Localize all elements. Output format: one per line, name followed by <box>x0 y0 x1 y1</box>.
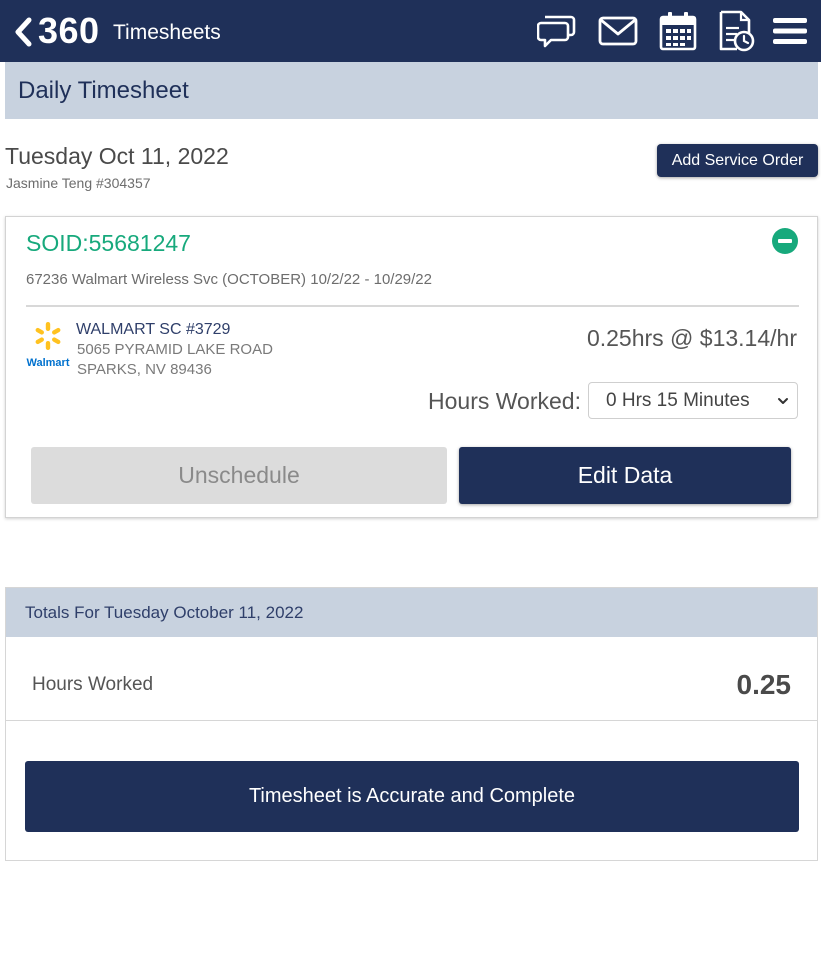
edit-data-button[interactable]: Edit Data <box>459 447 791 504</box>
add-service-order-button[interactable]: Add Service Order <box>657 144 818 177</box>
hours-worked-value: 0 Hrs 15 Minutes <box>606 390 750 411</box>
total-hours-value: 0.25 <box>736 669 792 700</box>
unschedule-button[interactable]: Unschedule <box>31 447 447 504</box>
hours-rate: 0.25hrs @ $13.14/hr <box>586 325 797 351</box>
service-order-description: 67236 Walmart Wireless Svc (OCTOBER) 10/… <box>26 271 432 288</box>
timesheet-date: Tuesday Oct 11, 2022 <box>5 143 229 169</box>
back-chevron-icon <box>15 17 32 47</box>
chevron-down-icon <box>778 398 788 404</box>
mail-icon <box>598 16 638 46</box>
totals-header: Totals For Tuesday October 11, 2022 <box>6 588 817 637</box>
totals-panel: Totals For Tuesday October 11, 2022 Hour… <box>5 587 818 861</box>
timesheet-complete-button[interactable]: Timesheet is Accurate and Complete <box>25 761 799 832</box>
back-button[interactable] <box>12 12 34 52</box>
totals-title: Totals For Tuesday October 11, 2022 <box>25 603 304 622</box>
service-order-id: SOID:55681247 <box>26 230 191 256</box>
app-logo: 360 <box>38 10 100 51</box>
divider <box>6 720 817 721</box>
app-title: Timesheets <box>113 21 221 44</box>
store-address-line1: 5065 PYRAMID LAKE ROAD <box>77 341 273 358</box>
total-hours-label: Hours Worked <box>32 674 154 695</box>
store-name: WALMART SC #3729 <box>76 321 231 338</box>
page-header: Daily Timesheet <box>5 62 818 119</box>
calendar-button[interactable] <box>657 10 699 52</box>
page-title: Daily Timesheet <box>18 77 189 104</box>
walmart-spark-icon: Walmart <box>27 322 70 369</box>
divider <box>26 305 799 307</box>
walmart-logo: Walmart <box>26 321 72 369</box>
calendar-icon <box>659 12 697 51</box>
top-nav-bar: 360 Timesheets <box>0 0 821 62</box>
chat-icon <box>537 15 576 48</box>
hours-worked-label: Hours Worked: <box>428 388 581 414</box>
menu-button[interactable] <box>771 10 809 52</box>
mail-button[interactable] <box>597 10 639 52</box>
collapse-minus-icon[interactable] <box>772 228 798 254</box>
chat-button[interactable] <box>536 10 578 52</box>
store-address-line2: SPARKS, NV 89436 <box>77 361 212 378</box>
employee-name: Jasmine Teng #304357 <box>6 175 151 191</box>
hamburger-menu-icon <box>773 18 807 44</box>
hours-worked-select[interactable]: 0 Hrs 15 Minutes <box>588 382 798 419</box>
timesheet-clock-icon <box>719 10 755 52</box>
service-order-card: SOID:55681247 67236 Walmart Wireless Svc… <box>5 216 818 518</box>
timesheet-button[interactable] <box>715 10 757 52</box>
walmart-logo-text: Walmart <box>27 357 70 369</box>
